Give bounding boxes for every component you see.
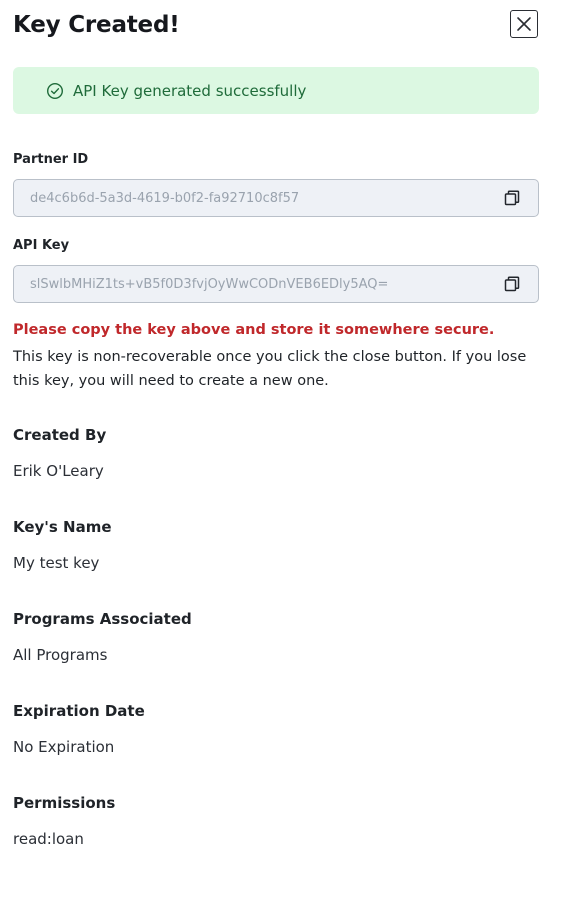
permissions-label: Permissions — [13, 794, 116, 812]
api-key-field — [13, 265, 539, 303]
api-key-input[interactable] — [14, 265, 500, 303]
expiration-date-label: Expiration Date — [13, 702, 145, 720]
success-banner: API Key generated successfully — [13, 67, 539, 114]
expiration-date-value: No Expiration — [13, 738, 115, 756]
close-icon — [517, 17, 531, 31]
created-by-label: Created By — [13, 426, 107, 444]
partner-id-field — [13, 179, 539, 217]
partner-id-label: Partner ID — [13, 152, 89, 167]
programs-associated-label: Programs Associated — [13, 610, 192, 628]
dialog-title: Key Created! — [13, 12, 180, 38]
key-name-value: My test key — [13, 554, 100, 572]
warning-text: This key is non-recoverable once you cli… — [13, 349, 527, 389]
warning-title: Please copy the key above and store it s… — [13, 322, 495, 338]
close-button[interactable] — [510, 10, 538, 38]
success-message: API Key generated successfully — [73, 81, 307, 100]
copy-partner-id-button[interactable] — [500, 186, 524, 210]
key-created-dialog: Key Created! API Key generated successfu… — [0, 0, 562, 899]
partner-id-input[interactable] — [14, 179, 500, 217]
check-circle-icon — [46, 82, 64, 100]
api-key-label: API Key — [13, 238, 70, 253]
programs-associated-value: All Programs — [13, 646, 108, 664]
copy-icon — [504, 276, 520, 292]
permissions-value: read:loan — [13, 830, 84, 848]
copy-icon — [504, 190, 520, 206]
copy-api-key-button[interactable] — [500, 272, 524, 296]
created-by-value: Erik O'Leary — [13, 462, 104, 480]
key-name-label: Key's Name — [13, 518, 112, 536]
